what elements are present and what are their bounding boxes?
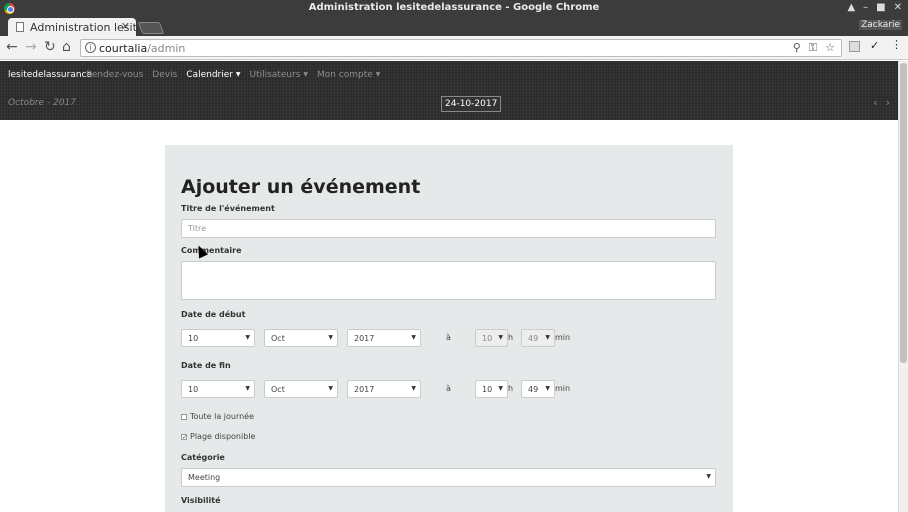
- month-label: Octobre - 2017: [8, 98, 76, 108]
- title-input[interactable]: Titre: [181, 219, 716, 238]
- back-icon[interactable]: ←: [6, 39, 18, 55]
- zoom-icon[interactable]: ⚲: [793, 41, 801, 55]
- start-hour-select[interactable]: 10 ▼: [475, 329, 508, 347]
- window-controls: ▲ – ■ ✕: [847, 2, 902, 13]
- category-select[interactable]: Meeting ▼: [181, 468, 716, 487]
- end-month-select[interactable]: Oct ▼: [264, 380, 338, 398]
- category-label: Catégorie: [181, 453, 225, 462]
- comment-label: Commentaire: [181, 246, 242, 255]
- tab-close-icon[interactable]: ✕: [121, 20, 130, 33]
- chevron-down-icon: ▼: [411, 385, 416, 392]
- url-path: /admin: [147, 42, 186, 55]
- window-title-bar: Administration lesitedelassurance - Goog…: [0, 0, 908, 17]
- end-h-text: h: [508, 384, 514, 393]
- comment-textarea[interactable]: [181, 261, 716, 300]
- date-picker-button[interactable]: 24-10-2017: [441, 96, 502, 112]
- chevron-down-icon: ▼: [545, 334, 550, 341]
- nav-mon-compte[interactable]: Mon compte ▼: [317, 70, 380, 80]
- site-info-icon[interactable]: i: [85, 42, 96, 53]
- scrollbar-thumb[interactable]: [900, 63, 907, 363]
- chevron-down-icon: ▼: [328, 334, 333, 341]
- close-icon[interactable]: ✕: [894, 2, 902, 13]
- browser-toolbar: ← → ↻ ⌂ i courtalia/admin ⚲ ⚿ ☆ ✓ ⋮: [0, 36, 908, 60]
- form-heading: Ajouter un événement: [181, 176, 421, 198]
- visibility-label: Visibilité: [181, 496, 221, 505]
- start-month-select[interactable]: Oct ▼: [264, 329, 338, 347]
- reload-icon[interactable]: ↻: [44, 39, 56, 55]
- end-min-text: min: [555, 384, 571, 393]
- chevron-down-icon: ▼: [411, 334, 416, 341]
- window-up-icon[interactable]: ▲: [847, 2, 855, 13]
- maximize-icon[interactable]: ■: [876, 2, 885, 13]
- nav-devis[interactable]: Devis: [152, 70, 177, 80]
- home-icon[interactable]: ⌂: [62, 39, 71, 55]
- start-minute-select[interactable]: 49 ▼: [521, 329, 555, 347]
- available-checkbox[interactable]: ✓ Plage disponible: [181, 432, 255, 441]
- page-scrollbar[interactable]: [898, 61, 908, 512]
- checkbox-unchecked-icon[interactable]: [181, 413, 187, 420]
- end-day-select[interactable]: 10 ▼: [181, 380, 255, 398]
- chevron-down-icon: ▼: [375, 71, 381, 78]
- start-year-select[interactable]: 2017 ▼: [347, 329, 421, 347]
- brand-logo[interactable]: lesitedelassurance: [8, 70, 92, 80]
- all-day-checkbox[interactable]: Toute la journée: [181, 412, 254, 421]
- end-minute-select[interactable]: 49 ▼: [521, 380, 555, 398]
- chevron-down-icon: ▼: [498, 385, 503, 392]
- window-title: Administration lesitedelassurance - Goog…: [308, 2, 600, 13]
- extension-2-icon[interactable]: ✓: [870, 39, 881, 52]
- site-navbar: lesitedelassurance Rendez-vous Devis Cal…: [0, 61, 898, 120]
- nav-rendez-vous[interactable]: Rendez-vous: [86, 70, 143, 80]
- extension-icon[interactable]: [849, 41, 860, 52]
- chevron-down-icon: ▼: [328, 385, 333, 392]
- chevron-down-icon: ▼: [235, 71, 241, 78]
- chevron-down-icon: ▼: [303, 71, 308, 78]
- start-min-text: min: [555, 333, 571, 342]
- tab-strip: Administration lesit ✕ Zackarie: [0, 17, 908, 36]
- start-day-select[interactable]: 10 ▼: [181, 329, 255, 347]
- checkbox-checked-icon[interactable]: ✓: [181, 433, 187, 440]
- page-icon: [16, 22, 24, 32]
- start-h-text: h: [508, 333, 514, 342]
- all-day-label: Toute la journée: [190, 412, 255, 421]
- available-label: Plage disponible: [190, 432, 256, 441]
- end-hour-select[interactable]: 10 ▼: [475, 380, 508, 398]
- url-host: courtalia: [99, 42, 148, 55]
- end-year-select[interactable]: 2017 ▼: [347, 380, 421, 398]
- chevron-down-icon: ▼: [498, 334, 503, 341]
- start-date-label: Date de début: [181, 310, 246, 319]
- add-event-form: Ajouter un événement Titre de l'événemen…: [165, 145, 733, 512]
- nav-calendrier[interactable]: Calendrier ▼: [186, 70, 240, 80]
- next-arrow-icon[interactable]: ›: [886, 96, 890, 109]
- end-at-text: à: [446, 384, 451, 393]
- chevron-down-icon: ▼: [545, 385, 550, 392]
- forward-icon[interactable]: →: [25, 39, 37, 55]
- menu-icon[interactable]: ⋮: [891, 38, 902, 51]
- chevron-down-icon: ▼: [706, 473, 711, 480]
- prev-arrow-icon[interactable]: ‹: [873, 96, 877, 109]
- start-at-text: à: [446, 333, 451, 342]
- nav-utilisateurs[interactable]: Utilisateurs ▼: [249, 70, 307, 80]
- key-icon[interactable]: ⚿: [809, 41, 817, 55]
- tab-admin[interactable]: Administration lesit ✕: [8, 18, 136, 36]
- chevron-down-icon: ▼: [245, 334, 250, 341]
- bookmark-star-icon[interactable]: ☆: [825, 41, 835, 55]
- minimize-icon[interactable]: –: [863, 2, 868, 13]
- end-date-label: Date de fin: [181, 361, 231, 370]
- title-label: Titre de l'événement: [181, 204, 275, 213]
- new-tab-button[interactable]: [137, 22, 165, 34]
- nav-links: Rendez-vous Devis Calendrier ▼ Utilisate…: [86, 70, 380, 80]
- profile-button[interactable]: Zackarie: [859, 20, 902, 30]
- chevron-down-icon: ▼: [245, 385, 250, 392]
- address-bar[interactable]: i courtalia/admin ⚲ ⚿ ☆: [80, 39, 842, 57]
